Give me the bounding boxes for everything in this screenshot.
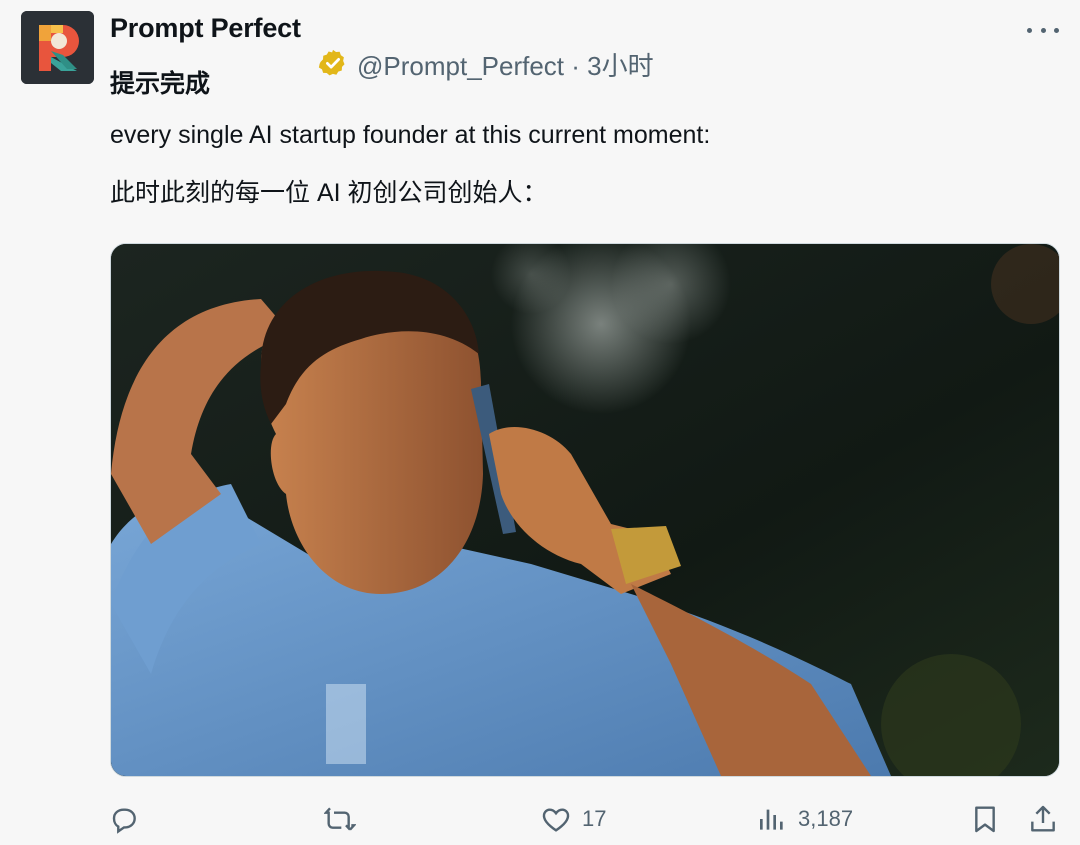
prompt-perfect-logo-icon	[21, 11, 94, 84]
author-handle[interactable]: @Prompt_Perfect	[357, 51, 564, 81]
analytics-icon	[760, 809, 783, 830]
views-count: 3,187	[798, 806, 854, 831]
more-dot-icon	[1027, 27, 1032, 33]
like-count: 17	[582, 806, 607, 831]
share-button[interactable]	[1027, 800, 1059, 838]
share-icon	[1031, 805, 1055, 832]
more-dot-icon	[1054, 27, 1059, 33]
author-subtitle: 提示完成	[110, 70, 211, 98]
more-options-button[interactable]	[1027, 20, 1059, 40]
avatar[interactable]	[21, 11, 94, 84]
man-on-phone-photo-icon	[111, 244, 1059, 776]
retweet-button[interactable]	[324, 800, 356, 838]
retweet-icon	[324, 807, 356, 831]
bookmark-icon	[975, 806, 995, 833]
more-dot-icon	[1040, 27, 1046, 33]
tweet-text-line-1: every single AI startup founder at this …	[110, 121, 711, 149]
tweet-media[interactable]	[110, 243, 1060, 777]
author-name[interactable]: Prompt Perfect	[110, 13, 301, 44]
tweet-text-line-2: 此时此刻的每一位 AI 初创公司创始人：	[110, 179, 548, 207]
separator-dot: ·	[571, 51, 580, 81]
reply-icon	[112, 808, 136, 834]
verified-badge-icon[interactable]	[318, 48, 348, 78]
post-time[interactable]: 3小时	[587, 51, 653, 81]
heart-icon	[542, 808, 570, 832]
views-button[interactable]: 3,187	[756, 800, 853, 838]
reply-button[interactable]	[108, 800, 140, 838]
like-button[interactable]: 17	[540, 800, 606, 838]
bookmark-button[interactable]	[969, 800, 1001, 838]
